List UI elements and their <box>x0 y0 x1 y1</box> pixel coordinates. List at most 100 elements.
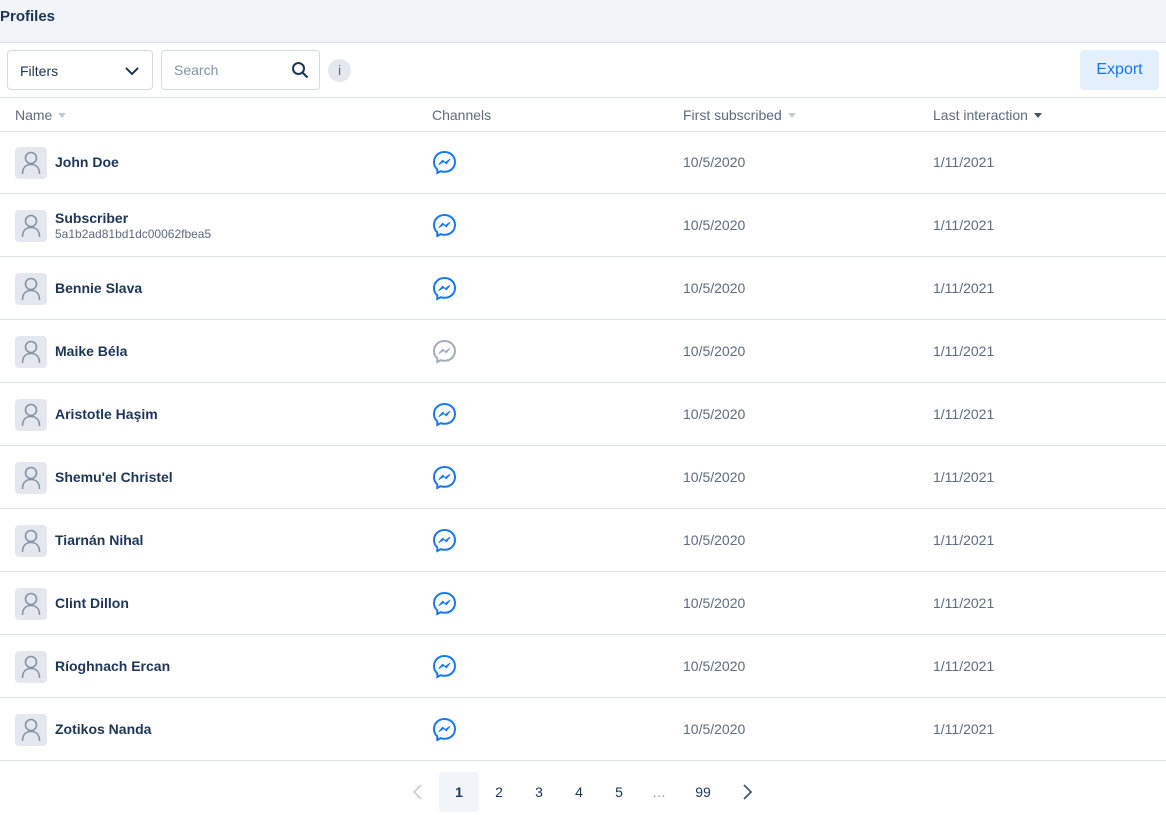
profile-subscriber-id: 5a1b2ad81bd1dc00062fbea5 <box>55 226 212 241</box>
first-subscribed-date: 10/5/2020 <box>683 658 746 674</box>
column-header-channels-label: Channels <box>432 107 492 123</box>
first-subscribed-date: 10/5/2020 <box>683 406 746 422</box>
profile-name[interactable]: John Doe <box>55 154 119 170</box>
messenger-icon <box>432 339 457 364</box>
table-row[interactable]: Bennie Slava 10/5/2020 1/11/2021 <box>0 257 1166 320</box>
profile-name-cell: Bennie Slava <box>55 257 142 319</box>
pagination-ellipsis: … <box>652 784 666 800</box>
first-subscribed-date: 10/5/2020 <box>683 721 746 737</box>
table-row[interactable]: John Doe 10/5/2020 1/11/2021 <box>0 131 1166 194</box>
last-interaction-date: 1/11/2021 <box>933 469 995 485</box>
last-interaction-date: 1/11/2021 <box>933 721 995 737</box>
avatar-icon <box>15 147 47 179</box>
first-subscribed-date: 10/5/2020 <box>683 595 746 611</box>
last-interaction-date: 1/11/2021 <box>933 595 995 611</box>
messenger-icon <box>432 654 457 679</box>
avatar-icon <box>15 399 47 431</box>
sort-caret-icon <box>58 112 67 118</box>
table-row[interactable]: Zotikos Nanda 10/5/2020 1/11/2021 <box>0 698 1166 761</box>
page-button[interactable]: 1 <box>439 772 479 812</box>
avatar-icon <box>15 714 47 746</box>
chevron-down-icon <box>125 67 139 76</box>
profile-name-cell: Tiarnán Nihal <box>55 509 143 571</box>
sort-caret-icon <box>787 112 796 118</box>
avatar-icon <box>15 273 47 305</box>
messenger-icon <box>432 276 457 301</box>
table-header: Name Channels First subscribed Last inte… <box>0 98 1166 132</box>
first-subscribed-date: 10/5/2020 <box>683 343 746 359</box>
column-header-first-subscribed[interactable]: First subscribed <box>683 107 796 123</box>
profile-name-cell: Clint Dillon <box>55 572 129 634</box>
search-input[interactable] <box>163 52 281 88</box>
profile-name-cell: Maike Béla <box>55 320 127 382</box>
filters-dropdown[interactable]: Filters <box>7 50 153 90</box>
table-row[interactable]: Ríoghnach Ercan 10/5/2020 1/11/2021 <box>0 635 1166 698</box>
pagination: 1 2 3 4 5 … 99 <box>0 772 1166 812</box>
profile-name[interactable]: Bennie Slava <box>55 280 142 296</box>
table-row[interactable]: Subscriber 5a1b2ad81bd1dc00062fbea5 10/5… <box>0 194 1166 257</box>
avatar-icon <box>15 462 47 494</box>
messenger-icon <box>432 150 457 175</box>
sort-caret-active-icon <box>1033 112 1042 118</box>
profile-name[interactable]: Ríoghnach Ercan <box>55 658 170 674</box>
filters-label: Filters <box>20 63 59 79</box>
search-box <box>161 50 320 90</box>
column-header-last-interaction-label: Last interaction <box>933 107 1028 123</box>
page-header: Profiles <box>0 0 1166 43</box>
first-subscribed-date: 10/5/2020 <box>683 532 746 548</box>
profile-name[interactable]: Zotikos Nanda <box>55 721 151 737</box>
page-button[interactable]: 99 <box>684 772 722 812</box>
last-interaction-date: 1/11/2021 <box>933 280 995 296</box>
column-header-last-interaction[interactable]: Last interaction <box>933 107 1042 123</box>
column-header-channels: Channels <box>432 107 491 123</box>
info-icon[interactable]: i <box>328 59 351 82</box>
next-page-chevron-right-icon[interactable] <box>737 772 757 812</box>
toolbar: Filters i Export <box>0 43 1166 98</box>
last-interaction-date: 1/11/2021 <box>933 217 995 233</box>
avatar-icon <box>15 525 47 557</box>
table-row[interactable]: Tiarnán Nihal 10/5/2020 1/11/2021 <box>0 509 1166 572</box>
page-button[interactable]: 4 <box>559 772 599 812</box>
profile-name[interactable]: Aristotle Haşim <box>55 406 158 422</box>
export-button[interactable]: Export <box>1080 50 1159 90</box>
search-icon[interactable] <box>291 61 309 79</box>
page-button[interactable]: 5 <box>599 772 639 812</box>
profile-name[interactable]: Clint Dillon <box>55 595 129 611</box>
column-header-name-label: Name <box>15 107 53 123</box>
profile-name-cell: Zotikos Nanda <box>55 698 151 760</box>
table-row[interactable]: Aristotle Haşim 10/5/2020 1/11/2021 <box>0 383 1166 446</box>
messenger-icon <box>432 717 457 742</box>
last-interaction-date: 1/11/2021 <box>933 406 995 422</box>
messenger-icon <box>432 213 457 238</box>
avatar-icon <box>15 210 47 242</box>
profiles-table-body: John Doe 10/5/2020 1/11/2021 Subscriber … <box>0 131 1166 761</box>
first-subscribed-date: 10/5/2020 <box>683 217 746 233</box>
previous-page-chevron-left-icon[interactable] <box>408 772 428 812</box>
messenger-icon <box>432 591 457 616</box>
page-button[interactable]: 2 <box>479 772 519 812</box>
last-interaction-date: 1/11/2021 <box>933 532 995 548</box>
avatar-icon <box>15 651 47 683</box>
page-button[interactable]: 3 <box>519 772 559 812</box>
table-row[interactable]: Maike Béla 10/5/2020 1/11/2021 <box>0 320 1166 383</box>
profile-name[interactable]: Shemu'el Christel <box>55 469 173 485</box>
messenger-icon <box>432 528 457 553</box>
page-title: Profiles <box>0 8 56 25</box>
last-interaction-date: 1/11/2021 <box>933 658 995 674</box>
profile-name[interactable]: Subscriber <box>55 210 211 226</box>
profile-name[interactable]: Tiarnán Nihal <box>55 532 143 548</box>
profile-name[interactable]: Maike Béla <box>55 343 127 359</box>
first-subscribed-date: 10/5/2020 <box>683 154 746 170</box>
table-row[interactable]: Clint Dillon 10/5/2020 1/11/2021 <box>0 572 1166 635</box>
profile-name-cell: Ríoghnach Ercan <box>55 635 170 697</box>
table-row[interactable]: Shemu'el Christel 10/5/2020 1/11/2021 <box>0 446 1166 509</box>
profile-name-cell: Shemu'el Christel <box>55 446 173 508</box>
last-interaction-date: 1/11/2021 <box>933 343 995 359</box>
first-subscribed-date: 10/5/2020 <box>683 469 746 485</box>
last-interaction-date: 1/11/2021 <box>933 154 995 170</box>
profile-name-cell: Aristotle Haşim <box>55 383 158 445</box>
column-header-name[interactable]: Name <box>15 107 67 123</box>
profile-name-cell: Subscriber 5a1b2ad81bd1dc00062fbea5 <box>55 194 211 256</box>
messenger-icon <box>432 402 457 427</box>
avatar-icon <box>15 336 47 368</box>
